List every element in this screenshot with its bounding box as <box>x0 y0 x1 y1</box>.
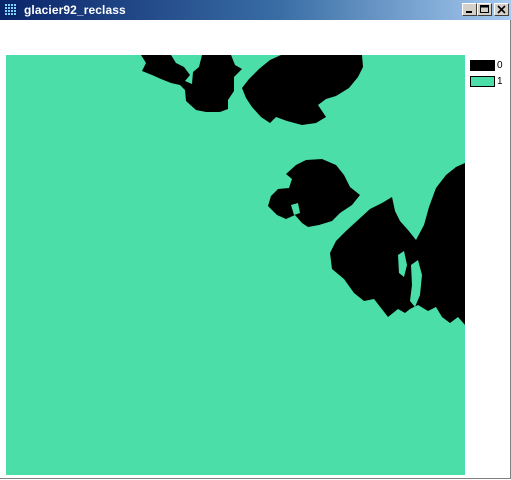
maximize-button[interactable] <box>477 3 492 16</box>
close-button[interactable] <box>494 3 509 16</box>
title-bar[interactable]: glacier92_reclass <box>0 0 511 20</box>
raster-grid-icon <box>4 3 18 17</box>
legend: 0 1 <box>470 57 503 89</box>
legend-label-1: 1 <box>497 75 503 87</box>
minimize-button[interactable] <box>462 3 477 16</box>
maximize-icon <box>480 5 489 13</box>
raster-map-canvas <box>6 55 465 475</box>
raster-window: glacier92_reclass 0 1 <box>0 0 511 479</box>
close-icon <box>497 5 506 14</box>
caption-buttons <box>462 3 509 16</box>
legend-item-0: 0 <box>470 57 503 73</box>
minimize-icon <box>466 11 472 13</box>
window-title: glacier92_reclass <box>24 3 126 17</box>
legend-swatch-0 <box>470 59 495 71</box>
raster-map[interactable] <box>6 55 465 475</box>
legend-item-1: 1 <box>470 73 503 89</box>
legend-label-0: 0 <box>497 59 503 71</box>
legend-swatch-1 <box>470 75 495 87</box>
